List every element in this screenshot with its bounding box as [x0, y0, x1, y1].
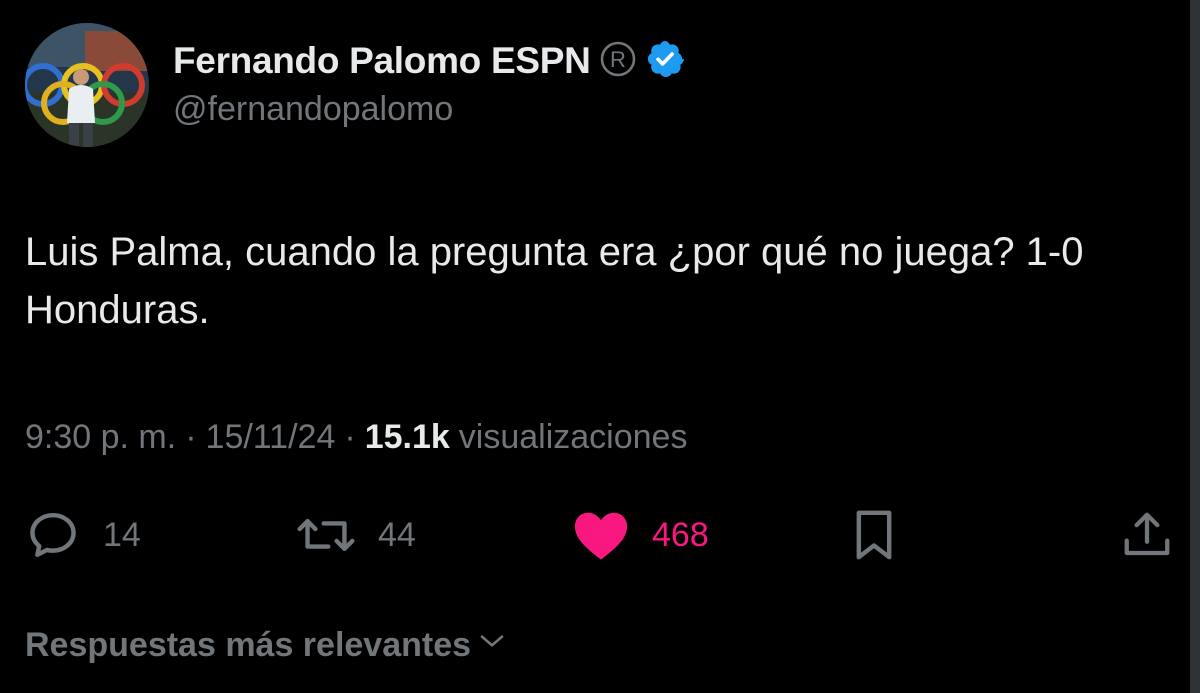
reply-button[interactable]: 14 [25, 505, 141, 565]
heart-filled-icon [572, 508, 630, 562]
repost-arrows-icon [296, 507, 356, 563]
views-count[interactable]: 15.1k [365, 418, 450, 457]
replies-sort-selector[interactable]: Respuestas más relevantes [25, 626, 507, 665]
author-name-row: Fernando Palomo ESPN R [173, 36, 685, 86]
author-display-name[interactable]: Fernando Palomo ESPN [173, 40, 591, 82]
tweet-date[interactable]: 15/11/24 [206, 418, 336, 457]
svg-text:R: R [610, 47, 626, 72]
like-button[interactable]: 468 [572, 505, 709, 565]
meta-separator: · [185, 418, 197, 456]
timeline-border [1190, 0, 1200, 693]
bookmark-icon [848, 507, 900, 563]
repost-button[interactable]: 44 [296, 505, 416, 565]
tweet-meta: 9:30 p. m. · 15/11/24 · 15.1k visualizac… [25, 418, 687, 457]
views-label: visualizaciones [458, 418, 688, 456]
chevron-down-icon [477, 626, 507, 665]
share-upload-icon [1120, 507, 1174, 563]
like-count: 468 [652, 515, 709, 554]
reply-bubble-icon [25, 507, 81, 563]
tweet-text: Luis Palma, cuando la pregunta era ¿por … [25, 230, 1084, 332]
tweet-time[interactable]: 9:30 p. m. [25, 418, 176, 457]
author-avatar[interactable] [25, 23, 149, 147]
reply-count: 14 [103, 515, 141, 554]
share-button[interactable] [1120, 505, 1174, 565]
author-handle[interactable]: @fernandopalomo [173, 90, 453, 129]
verified-badge-icon[interactable] [645, 39, 685, 84]
replies-sort-label: Respuestas más relevantes [25, 626, 472, 664]
repost-count: 44 [378, 515, 416, 554]
bookmark-button[interactable] [848, 505, 900, 565]
meta-separator: · [344, 418, 356, 456]
registered-mark-icon: R [599, 40, 637, 83]
